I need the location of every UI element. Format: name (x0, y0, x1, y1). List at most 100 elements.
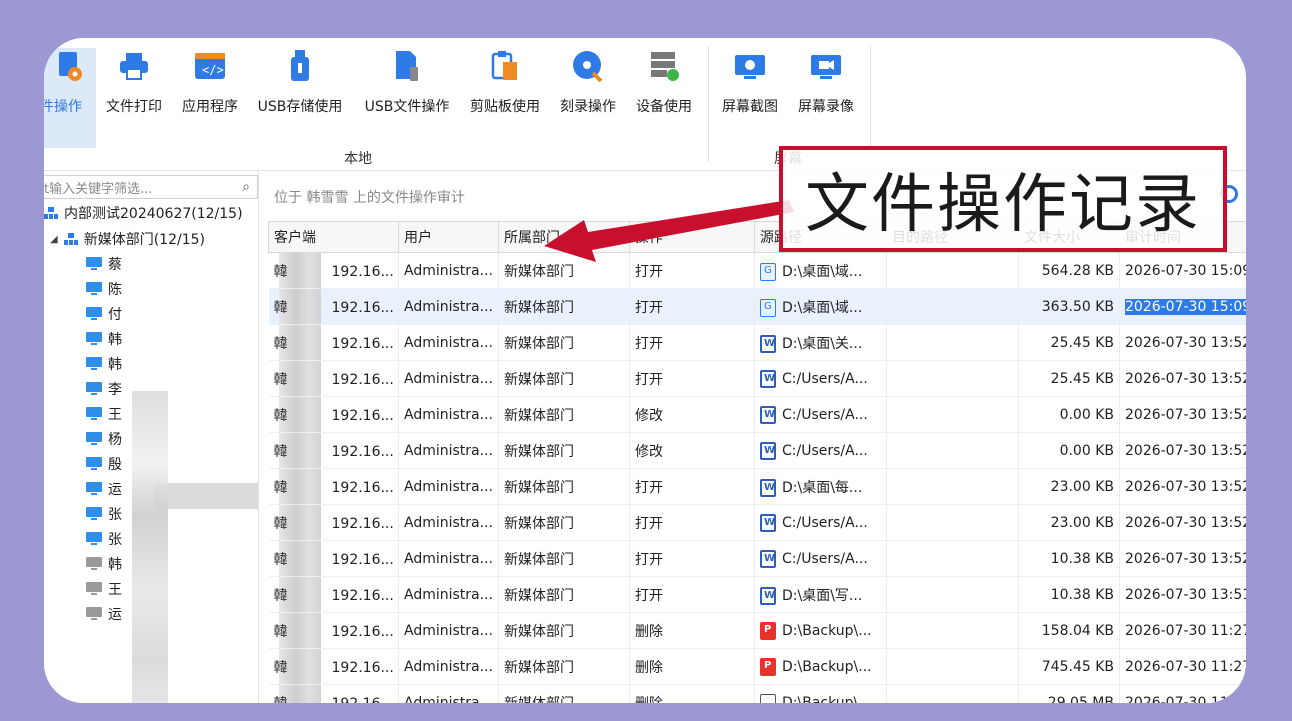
usb-icon (282, 48, 318, 84)
table-row[interactable]: 韓192.16...Administra...新媒体部门打开 D:\桌面\写...… (268, 576, 1246, 613)
computer-icon (86, 382, 102, 396)
client-ip: 192.16... (331, 335, 394, 352)
tree-user[interactable]: 张 (86, 529, 122, 549)
ribbon-group-local-label: 本地 (344, 151, 372, 167)
filter-input[interactable]: t输入关键字筛选... ⌕ (44, 175, 258, 199)
ribbon-clipboard[interactable]: 剪贴板使用 (466, 48, 544, 148)
tree-user-label: 付 (108, 307, 122, 323)
ribbon-burn[interactable]: 刻录操作 (556, 48, 620, 148)
column-header[interactable]: 用户 (398, 221, 499, 253)
cell-size: 564.28 KB (1018, 252, 1120, 289)
tree-user[interactable]: 杨 (86, 429, 122, 449)
client-ip: 192.16... (331, 515, 394, 532)
ribbon-label: 屏幕截图 (722, 99, 778, 115)
tree-user[interactable]: 李 (86, 379, 122, 399)
cell-dept: 新媒体部门 (498, 540, 630, 577)
cell-time: 2026-07-30 13:52 (1119, 504, 1246, 541)
cell-size: 25.45 KB (1018, 360, 1120, 397)
client-ip: 192.16... (331, 263, 394, 280)
table-row[interactable]: 韓192.16...Administra...新媒体部门打开 D:\桌面\域...… (268, 288, 1246, 325)
tree-user[interactable]: 韩 (86, 329, 122, 349)
annotation-arrow (544, 200, 794, 262)
cell-time: 2026-07-30 13:52 (1119, 432, 1246, 469)
ribbon-usb-file-operation[interactable]: USB文件操作 (360, 48, 454, 148)
cell-client: 韓192.16... (268, 432, 399, 469)
cell-client: 韓192.16... (268, 396, 399, 433)
doc-file-icon (760, 441, 776, 460)
table-row[interactable]: 韓192.16...Administra...新媒体部门打开 C:/Users/A… (268, 540, 1246, 577)
cell-user: Administra... (398, 576, 499, 613)
cell-source-path: C:/Users/A... (754, 396, 887, 433)
tree-user[interactable]: 运 (86, 479, 122, 499)
ribbon-device[interactable]: 设备使用 (632, 48, 696, 148)
cell-dest-path (886, 396, 1019, 433)
collapse-arrow-icon[interactable]: ◢ (50, 234, 58, 245)
cell-user: Administra... (398, 684, 499, 703)
ribbon-application[interactable]: </> 应用程序 (178, 48, 242, 148)
annotation-text: 文件操作记录 (805, 168, 1201, 242)
cell-operation: 打开 (629, 576, 755, 613)
tree-user[interactable]: 韩 (86, 554, 122, 574)
computer-icon (86, 282, 102, 296)
tree-user[interactable]: 付 (86, 304, 122, 324)
ribbon-label: USB存储使用 (257, 99, 343, 115)
client-ip: 192.16... (331, 551, 394, 568)
table-row[interactable]: 韓192.16...Administra...新媒体部门删除 D:\Backup\… (268, 648, 1246, 685)
search-icon[interactable]: ⌕ (235, 179, 257, 195)
tree-user[interactable]: 蔡 (86, 254, 122, 274)
cell-dept: 新媒体部门 (498, 360, 630, 397)
table-row[interactable]: 韓192.16...Administra...新媒体部门修改 C:/Users/A… (268, 432, 1246, 469)
column-header[interactable]: 客户端 (268, 221, 399, 253)
cell-source-path: C:/Users/A... (754, 432, 887, 469)
computer-icon (86, 407, 102, 421)
source-path-text: C:/Users/A... (782, 406, 868, 423)
table-row[interactable]: 韓192.16...Administra...新媒体部门打开 D:\桌面\关...… (268, 324, 1246, 361)
video-icon (808, 48, 844, 84)
privacy-mosaic (132, 391, 168, 703)
cell-dept: 新媒体部门 (498, 648, 630, 685)
ribbon-file-operation[interactable]: 件操作 (44, 48, 96, 148)
disc-burn-icon (570, 48, 606, 84)
printer-icon (116, 48, 152, 84)
cell-operation: 打开 (629, 540, 755, 577)
source-path-text: C:/Users/A... (782, 442, 868, 459)
cell-client: 韓192.16... (268, 288, 399, 325)
tree-dept[interactable]: ◢ 新媒体部门(12/15) (50, 229, 205, 249)
table-row[interactable]: 韓192.16...Administra...新媒体部门删除 D:\Backup\… (268, 684, 1246, 703)
tree-user[interactable]: 殷 (86, 454, 122, 474)
cell-size: 0.00 KB (1018, 396, 1120, 433)
tree-user[interactable]: 韩 (86, 354, 122, 374)
tree-user[interactable]: 陈 (86, 279, 122, 299)
cell-size: 29.05 MB (1018, 684, 1120, 703)
device-check-icon (646, 48, 682, 84)
source-path-text: D:\桌面\域... (782, 263, 863, 280)
ribbon-file-print[interactable]: 文件打印 (102, 48, 166, 148)
cell-source-path: D:\Backup\... (754, 648, 887, 685)
gif-file-icon (760, 298, 776, 317)
client-ip: 192.16... (331, 479, 394, 496)
ribbon-screenshot[interactable]: 屏幕截图 (718, 48, 782, 148)
table-row[interactable]: 韓192.16...Administra...新媒体部门修改 C:/Users/A… (268, 396, 1246, 433)
cell-operation: 删除 (629, 612, 755, 649)
tree-user[interactable]: 张 (86, 504, 122, 524)
cell-dest-path (886, 648, 1019, 685)
cell-time: 2026-07-30 13:52 (1119, 396, 1246, 433)
cell-dest-path (886, 324, 1019, 361)
ribbon-usb-storage[interactable]: USB存储使用 (254, 48, 346, 148)
tree-dept-label: 新媒体部门(12/15) (83, 232, 205, 248)
cell-size: 23.00 KB (1018, 468, 1120, 505)
table-row[interactable]: 韓192.16...Administra...新媒体部门打开 C:/Users/A… (268, 504, 1246, 541)
cell-dest-path (886, 540, 1019, 577)
ribbon-screen-record[interactable]: 屏幕录像 (794, 48, 858, 148)
table-row[interactable]: 韓192.16...Administra...新媒体部门删除 D:\Backup\… (268, 612, 1246, 649)
cell-dept: 新媒体部门 (498, 684, 630, 703)
cell-client: 韓192.16... (268, 324, 399, 361)
table-row[interactable]: 韓192.16...Administra...新媒体部门打开 D:\桌面\每...… (268, 468, 1246, 505)
doc-file-icon (760, 405, 776, 424)
tree-user[interactable]: 王 (86, 404, 122, 424)
tree-user[interactable]: 王 (86, 579, 122, 599)
tree-root[interactable]: 内部测试20240627(12/15) (44, 203, 243, 223)
tree-user[interactable]: 运 (86, 604, 122, 624)
table-row[interactable]: 韓192.16...Administra...新媒体部门打开 C:/Users/A… (268, 360, 1246, 397)
cell-user: Administra... (398, 468, 499, 505)
